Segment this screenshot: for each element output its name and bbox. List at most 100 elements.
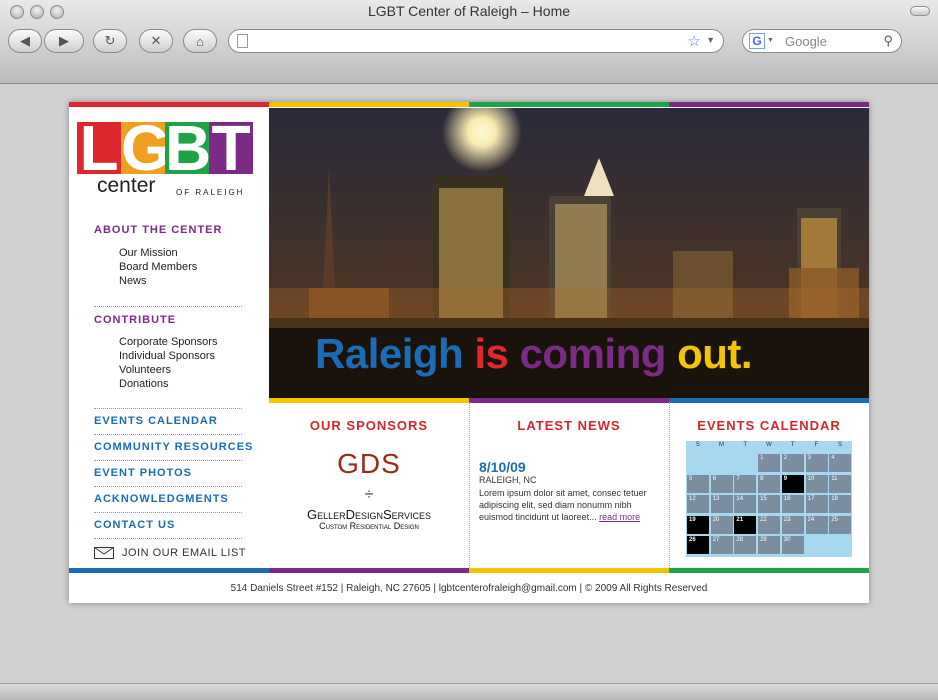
calendar-day-cell[interactable]: 29 (758, 536, 781, 554)
stripe-top-purple (669, 102, 869, 107)
sidebar-item-news[interactable]: News (94, 274, 269, 288)
sidebar-item-board-members[interactable]: Board Members (94, 260, 269, 274)
calendar-day-cell[interactable]: 9 (781, 474, 804, 493)
calendar-day-cell[interactable]: 24 (805, 515, 828, 534)
bookmark-star-icon[interactable]: ☆ (688, 32, 701, 50)
tagline-word-coming: coming (519, 330, 667, 377)
calendar-day-cell[interactable]: 1 (758, 454, 781, 472)
sidebar-divider (94, 460, 242, 461)
sidebar-divider (94, 306, 242, 307)
calendar-day-cell[interactable]: 25 (829, 515, 852, 534)
browser-toolbar: LGBT Center of Raleigh – Home ◀ ▶ ↻ ✕ ⌂ … (0, 0, 938, 84)
tagline-word-out: out. (677, 330, 753, 377)
hero-tagline: Raleigh is coming out. (315, 330, 753, 378)
stripe-mid-purple (469, 398, 669, 403)
address-bar[interactable]: ☆ ▼ (228, 29, 724, 53)
calendar-day-cell[interactable]: 6 (710, 474, 733, 493)
sidebar-link-acknowledgments[interactable]: ACKNOWLEDGMENTS (94, 493, 269, 512)
calendar-grid: 1 2 3 4 5 6 7 8 9 10 11 12 13 14 15 16 17 18 19 20 21 22 23 24 2… (686, 453, 852, 557)
site-logo[interactable]: L G B T center OF RALEIGH (77, 122, 262, 202)
calendar-day-cell[interactable]: 5 (687, 474, 709, 493)
history-dropdown-icon[interactable]: ▼ (706, 35, 715, 45)
calendar-heading: EVENTS CALENDAR (697, 418, 841, 433)
calendar-day-header: S (838, 442, 843, 448)
calendar-day-cell[interactable]: 22 (758, 515, 781, 534)
stripe-bottom-green (669, 568, 869, 573)
calendar-day-cell[interactable]: 26 (687, 536, 709, 554)
news-body: Lorem ipsum dolor sit amet, consec tetue… (479, 487, 659, 523)
sidebar-link-contact-us[interactable]: CONTACT US (94, 519, 269, 538)
sidebar-item-our-mission[interactable]: Our Mission (94, 246, 269, 260)
search-engine-dropdown-icon[interactable]: ▼ (767, 37, 774, 44)
back-arrow-icon: ◀ (20, 33, 30, 48)
calendar-day-cell[interactable]: 13 (710, 495, 733, 513)
sidebar-link-events-calendar[interactable]: EVENTS CALENDAR (94, 415, 269, 434)
stripe-bottom-purple (269, 568, 469, 573)
logo-letter-g: G (121, 122, 165, 174)
news-date: 8/10/09 (479, 459, 526, 475)
sponsor-name[interactable]: GellerDesignServices (269, 507, 469, 522)
logo-of-raleigh-text: OF RALEIGH (176, 188, 245, 197)
logo-letters: L G B T (77, 122, 262, 174)
stripe-bottom-blue (69, 568, 269, 573)
search-placeholder: Google (785, 34, 827, 49)
sponsor-logo-mark[interactable]: GDS (269, 448, 469, 480)
news-heading: LATEST NEWS (517, 418, 621, 433)
events-calendar-widget: SMTWTFS 1 2 3 4 5 6 7 8 9 10 11 12 13 14 15 16 17 18 19 20 2… (686, 441, 852, 557)
back-button[interactable]: ◀ (8, 29, 42, 53)
calendar-day-cell[interactable]: 17 (805, 495, 828, 513)
calendar-day-cell[interactable]: 8 (758, 474, 781, 493)
search-field[interactable]: G ▼ Google ⚲ (742, 29, 902, 53)
stop-button[interactable]: ✕ (139, 29, 173, 53)
page-icon (237, 34, 248, 48)
calendar-day-cell[interactable]: 4 (829, 454, 852, 472)
calendar-day-header: S (695, 442, 700, 448)
toolbar-toggle-button[interactable] (910, 6, 930, 16)
home-button[interactable]: ⌂ (183, 29, 217, 53)
reload-button[interactable]: ↻ (93, 29, 127, 53)
stripe-mid-blue (669, 398, 869, 403)
calendar-day-cell[interactable]: 15 (758, 495, 781, 513)
calendar-day-cell[interactable]: 21 (734, 515, 757, 534)
calendar-day-cell[interactable]: 2 (781, 454, 804, 472)
forward-button[interactable]: ▶ (44, 29, 84, 53)
sidebar-nav: ABOUT THE CENTER Our Mission Board Membe… (94, 224, 269, 559)
calendar-day-headers: SMTWTFS (686, 442, 852, 452)
sidebar-divider (94, 512, 242, 513)
calendar-day-cell[interactable]: 7 (734, 474, 757, 493)
sidebar-divider (94, 538, 242, 539)
sidebar-heading-contribute[interactable]: CONTRIBUTE (94, 314, 269, 335)
read-more-link[interactable]: read more (599, 512, 640, 522)
magnifier-icon[interactable]: ⚲ (883, 33, 893, 49)
calendar-day-cell[interactable]: 20 (710, 515, 733, 534)
logo-letter-l: L (77, 122, 121, 174)
sidebar-item-individual-sponsors[interactable]: Individual Sponsors (94, 349, 269, 363)
sidebar-heading-about[interactable]: ABOUT THE CENTER (94, 224, 269, 246)
calendar-day-cell[interactable]: 3 (805, 454, 828, 472)
calendar-day-cell[interactable]: 11 (829, 474, 852, 493)
calendar-day-cell[interactable]: 23 (781, 515, 804, 534)
sponsors-heading: OUR SPONSORS (309, 418, 429, 433)
stripe-top-green (469, 102, 669, 107)
calendar-day-cell[interactable]: 10 (805, 474, 828, 493)
google-icon[interactable]: G (749, 33, 765, 49)
calendar-day-cell[interactable]: 16 (781, 495, 804, 513)
stripe-top-yellow (269, 102, 469, 107)
calendar-day-cell[interactable]: 28 (734, 536, 757, 554)
logo-letter-b: B (165, 122, 209, 174)
stripe-top-red (69, 102, 269, 107)
calendar-day-cell[interactable]: 12 (687, 495, 709, 513)
email-signup-link[interactable]: JOIN OUR EMAIL LIST (94, 547, 269, 559)
calendar-day-cell[interactable]: 27 (710, 536, 733, 554)
calendar-day-cell[interactable]: 14 (734, 495, 757, 513)
sidebar-item-corporate-sponsors[interactable]: Corporate Sponsors (94, 335, 269, 349)
sidebar-item-donations[interactable]: Donations (94, 377, 269, 391)
calendar-day-cell[interactable]: 18 (829, 495, 852, 513)
calendar-day-header: W (766, 442, 772, 448)
sidebar-link-event-photos[interactable]: EVENT PHOTOS (94, 467, 269, 486)
calendar-day-cell[interactable]: 30 (781, 536, 804, 554)
sidebar-link-community-resources[interactable]: COMMUNITY RESOURCES (94, 441, 269, 460)
news-location: RALEIGH, NC (479, 475, 537, 485)
calendar-day-cell[interactable]: 19 (687, 515, 709, 534)
sidebar-item-volunteers[interactable]: Volunteers (94, 363, 269, 377)
